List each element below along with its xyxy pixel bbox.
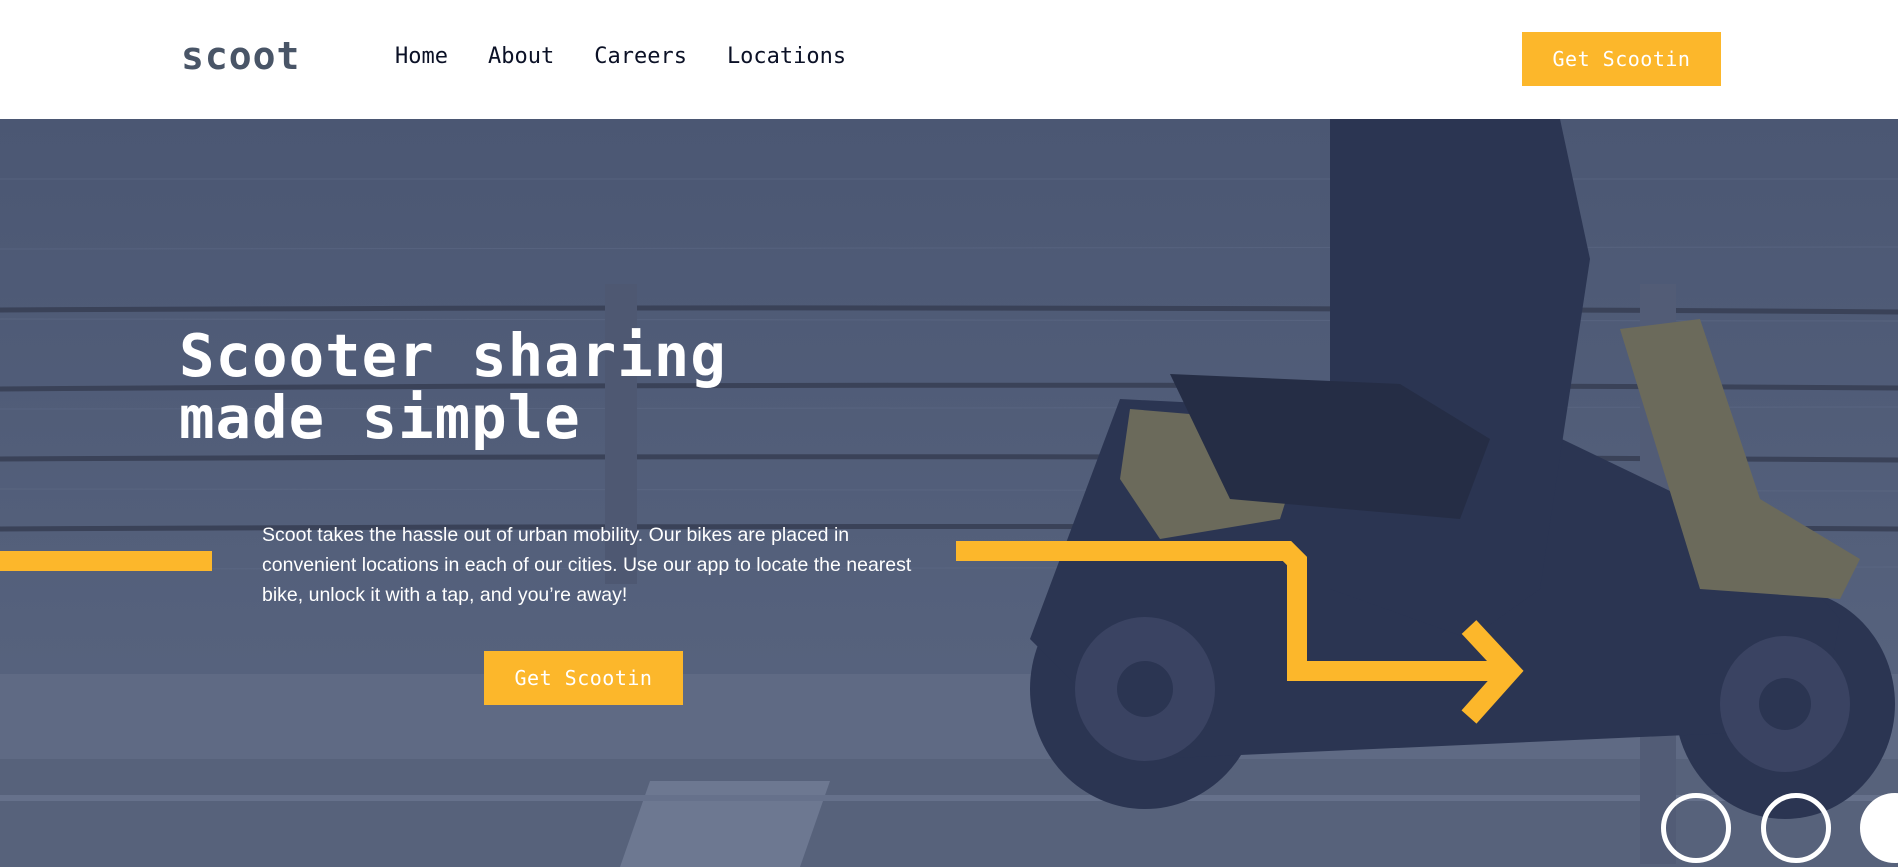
slider-dot-2[interactable] xyxy=(1761,793,1831,863)
slider-dot-1[interactable] xyxy=(1661,793,1731,863)
hero-title: Scooter sharing made simple xyxy=(179,325,819,449)
site-header: scoot Home About Careers Locations Get S… xyxy=(0,0,1898,119)
hero-title-line-1: Scooter sharing xyxy=(179,321,727,390)
hero-background-image xyxy=(0,119,1898,867)
scoot-logo[interactable]: scoot xyxy=(181,34,300,78)
hero-description: Scoot takes the hassle out of urban mobi… xyxy=(262,524,912,606)
hero-title-line-2: made simple xyxy=(179,383,581,452)
nav-careers-link[interactable]: Careers xyxy=(594,44,687,69)
nav-locations-link[interactable]: Locations xyxy=(727,44,846,69)
nav-home-link[interactable]: Home xyxy=(395,44,448,69)
main-nav: Home About Careers Locations xyxy=(395,44,846,69)
nav-about-link[interactable]: About xyxy=(488,44,554,69)
hero-section: Scooter sharing made simple Scoot takes … xyxy=(0,119,1898,867)
hero-get-scootin-button[interactable]: Get Scootin xyxy=(484,651,683,705)
header-get-scootin-button[interactable]: Get Scootin xyxy=(1522,32,1721,86)
